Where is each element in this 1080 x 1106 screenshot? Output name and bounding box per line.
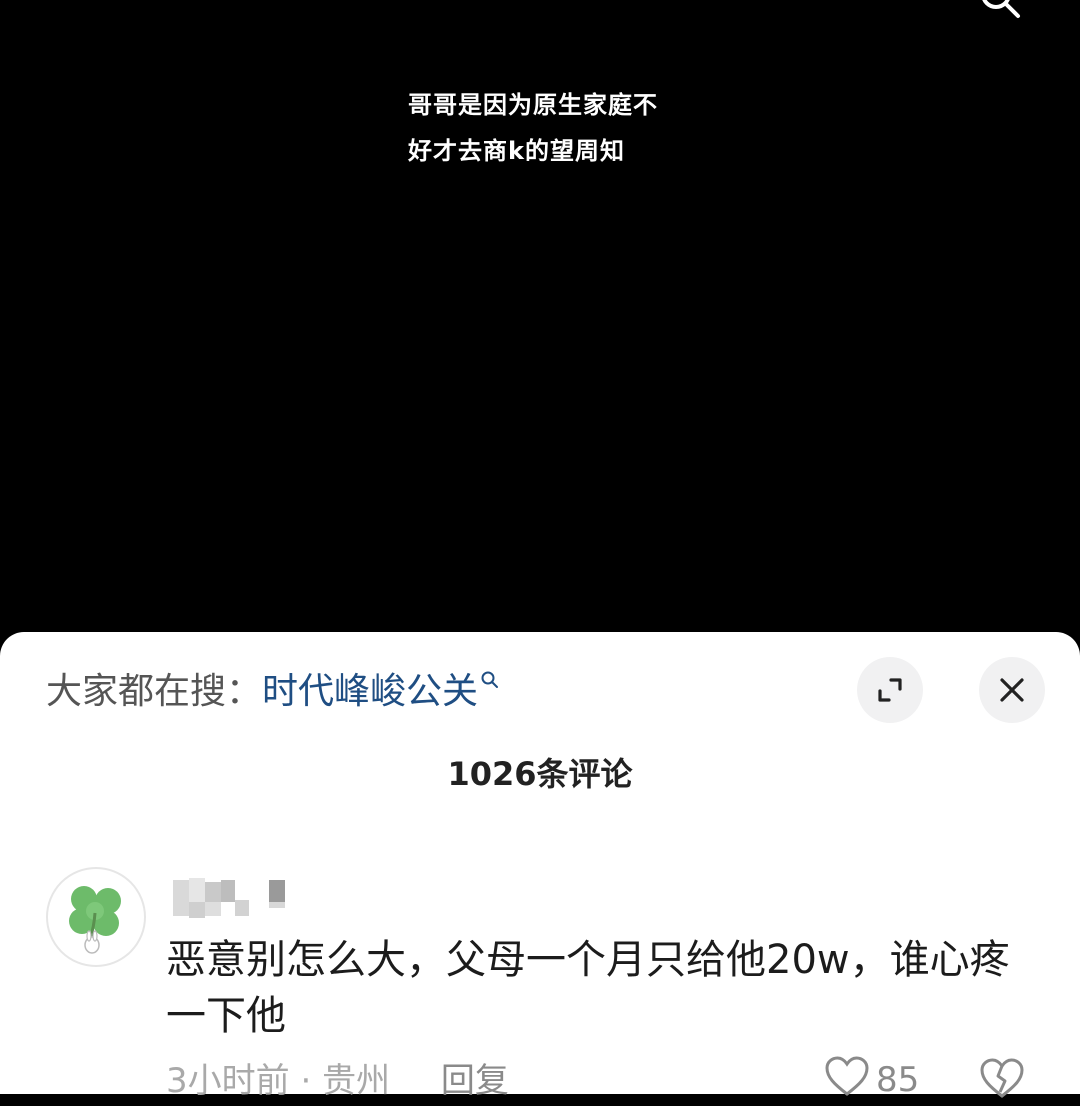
comment-time: 3小时前 — [166, 1061, 290, 1101]
close-icon — [1000, 678, 1024, 702]
comment-text: 恶意别怎么大，父母一个月只给他20w，谁心疼一下他 — [166, 937, 1010, 1039]
trending-search[interactable]: 大家都在搜：时代峰峻公关 — [46, 664, 500, 720]
clover-avatar-icon — [69, 886, 121, 954]
heart-icon — [825, 1056, 869, 1096]
video-caption: 哥哥是因为原生家庭不 好才去商k的望周知 — [408, 82, 658, 174]
video-player[interactable]: 哥哥是因为原生家庭不 好才去商k的望周知 — [0, 0, 1080, 660]
like-count: 85 — [876, 1060, 920, 1100]
reply-button[interactable]: 回复 — [441, 1061, 509, 1101]
expand-icon — [878, 678, 902, 702]
search-icon[interactable] — [978, 0, 1022, 20]
meta-separator: · — [300, 1061, 312, 1101]
like-button[interactable]: 85 — [824, 1054, 919, 1106]
trending-search-term[interactable]: 时代峰峻公关 — [262, 671, 478, 712]
broken-heart-icon[interactable] — [978, 1056, 1026, 1102]
search-icon — [481, 671, 499, 688]
trending-search-label: 大家都在搜： — [46, 671, 263, 712]
caption-line: 哥哥是因为原生家庭不 — [408, 91, 658, 119]
comment-meta: 3小时前 · 贵州 回复 — [166, 1058, 509, 1104]
username-blurred[interactable] — [171, 878, 291, 918]
close-button[interactable] — [979, 657, 1045, 723]
comment-count: 1026条评论 — [447, 755, 633, 793]
avatar[interactable] — [46, 867, 146, 967]
comment-location: 贵州 — [322, 1061, 391, 1101]
caption-line: 好才去商k的望周知 — [408, 137, 625, 165]
expand-button[interactable] — [857, 657, 923, 723]
